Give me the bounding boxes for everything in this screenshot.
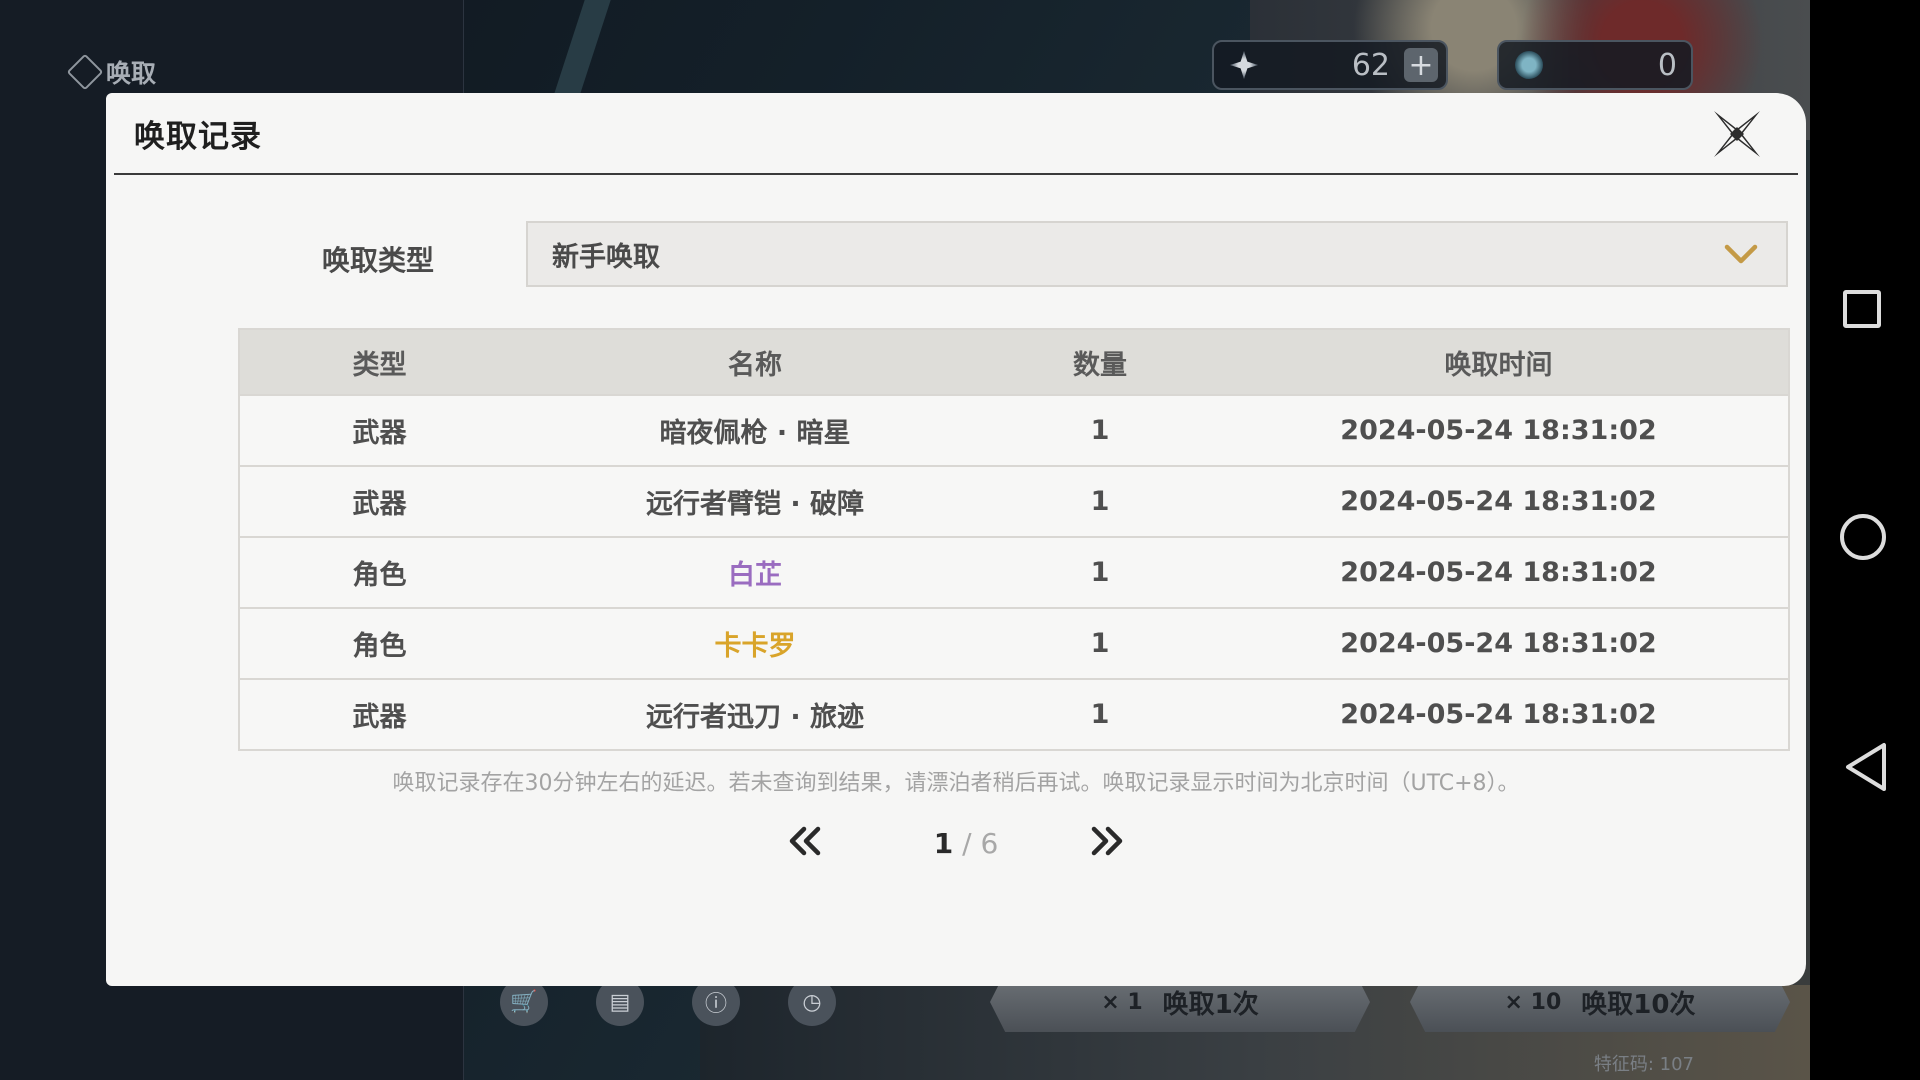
- convene-type-row: 唤取类型 新手唤取: [106, 221, 1806, 291]
- recents-icon[interactable]: [1843, 290, 1881, 328]
- row-time: 2024-05-24 18:31:02: [1209, 536, 1789, 608]
- section-label-text: 唤取: [106, 59, 157, 88]
- page-separator: /: [953, 827, 981, 860]
- convene-history-dialog: 唤取记录 唤取类型 新手唤取 类型 名称 数量 唤取时间 武器 暗夜佩枪 · 暗…: [106, 93, 1806, 986]
- pull-single-label: 唤取1次: [1162, 989, 1259, 1020]
- row-type: 武器: [239, 394, 519, 466]
- row-type: 武器: [239, 678, 519, 750]
- table-row: 武器 远行者迅刀 · 旅迹 1 2024-05-24 18:31:02: [239, 678, 1789, 750]
- double-chevron-right-icon[interactable]: [1086, 821, 1126, 861]
- column-header-quantity: 数量: [1073, 349, 1127, 381]
- row-name: 卡卡罗: [519, 607, 991, 679]
- double-chevron-left-icon[interactable]: [786, 821, 826, 861]
- row-type: 角色: [239, 536, 519, 608]
- table-header-row: 类型 名称 数量 唤取时间: [239, 329, 1789, 395]
- row-name: 远行者迅刀 · 旅迹: [519, 678, 991, 750]
- page-indicator: 1 / 6: [896, 827, 1036, 860]
- row-time: 2024-05-24 18:31:02: [1209, 465, 1789, 537]
- section-label: 唤取: [66, 53, 157, 91]
- row-name: 白芷: [519, 536, 991, 608]
- column-header-type: 类型: [352, 349, 407, 381]
- column-header-time: 唤取时间: [1444, 349, 1553, 381]
- dialog-header: 唤取记录: [114, 93, 1798, 175]
- tide-icon: [1515, 51, 1543, 79]
- tide-currency: 0: [1497, 40, 1693, 90]
- row-type: 角色: [239, 607, 519, 679]
- convene-type-value: 新手唤取: [552, 241, 660, 273]
- dialog-title: 唤取记录: [134, 118, 262, 155]
- astrite-currency: 62 +: [1212, 40, 1448, 90]
- astrite-icon: [1230, 51, 1258, 79]
- row-time: 2024-05-24 18:31:02: [1209, 607, 1789, 679]
- astrite-count: 62: [1351, 47, 1390, 83]
- pull-ten-cost: × 10: [1504, 989, 1562, 1015]
- table-row: 武器 暗夜佩枪 · 暗星 1 2024-05-24 18:31:02: [239, 394, 1789, 466]
- table-row: 角色 白芷 1 2024-05-24 18:31:02: [239, 536, 1789, 608]
- chevron-down-icon: [1724, 244, 1758, 264]
- android-nav-bar: [1810, 0, 1920, 1080]
- pull-ten-label: 唤取10次: [1581, 989, 1696, 1020]
- pull-single-cost: × 1: [1101, 989, 1143, 1015]
- records-table: 类型 名称 数量 唤取时间 武器 暗夜佩枪 · 暗星 1 2024-05-24 …: [238, 328, 1790, 751]
- row-time: 2024-05-24 18:31:02: [1209, 394, 1789, 466]
- convene-type-label: 唤取类型: [322, 244, 435, 277]
- pagination: 1 / 6: [106, 821, 1806, 871]
- tide-count: 0: [1657, 47, 1677, 83]
- current-page: 1: [933, 827, 954, 860]
- total-pages: 6: [980, 827, 999, 860]
- row-type: 武器: [239, 465, 519, 537]
- row-quantity: 1: [991, 394, 1209, 466]
- table-row: 武器 远行者臂铠 · 破障 1 2024-05-24 18:31:02: [239, 465, 1789, 537]
- row-time: 2024-05-24 18:31:02: [1209, 678, 1789, 750]
- row-quantity: 1: [991, 465, 1209, 537]
- convene-type-select[interactable]: 新手唤取: [526, 221, 1788, 287]
- row-name: 暗夜佩枪 · 暗星: [519, 394, 991, 466]
- close-icon[interactable]: [1710, 107, 1764, 161]
- convene-icon: [66, 53, 104, 91]
- column-header-name: 名称: [728, 349, 782, 381]
- table-row: 角色 卡卡罗 1 2024-05-24 18:31:02: [239, 607, 1789, 679]
- home-icon[interactable]: [1840, 514, 1886, 560]
- row-quantity: 1: [991, 536, 1209, 608]
- add-astrite-button[interactable]: +: [1404, 48, 1438, 83]
- row-name: 远行者臂铠 · 破障: [519, 465, 991, 537]
- delay-notice: 唤取记录存在30分钟左右的延迟。若未查询到结果，请漂泊者稍后再试。唤取记录显示时…: [392, 771, 1520, 796]
- row-quantity: 1: [991, 678, 1209, 750]
- watermark: 特征码: 107: [1593, 1054, 1694, 1075]
- row-quantity: 1: [991, 607, 1209, 679]
